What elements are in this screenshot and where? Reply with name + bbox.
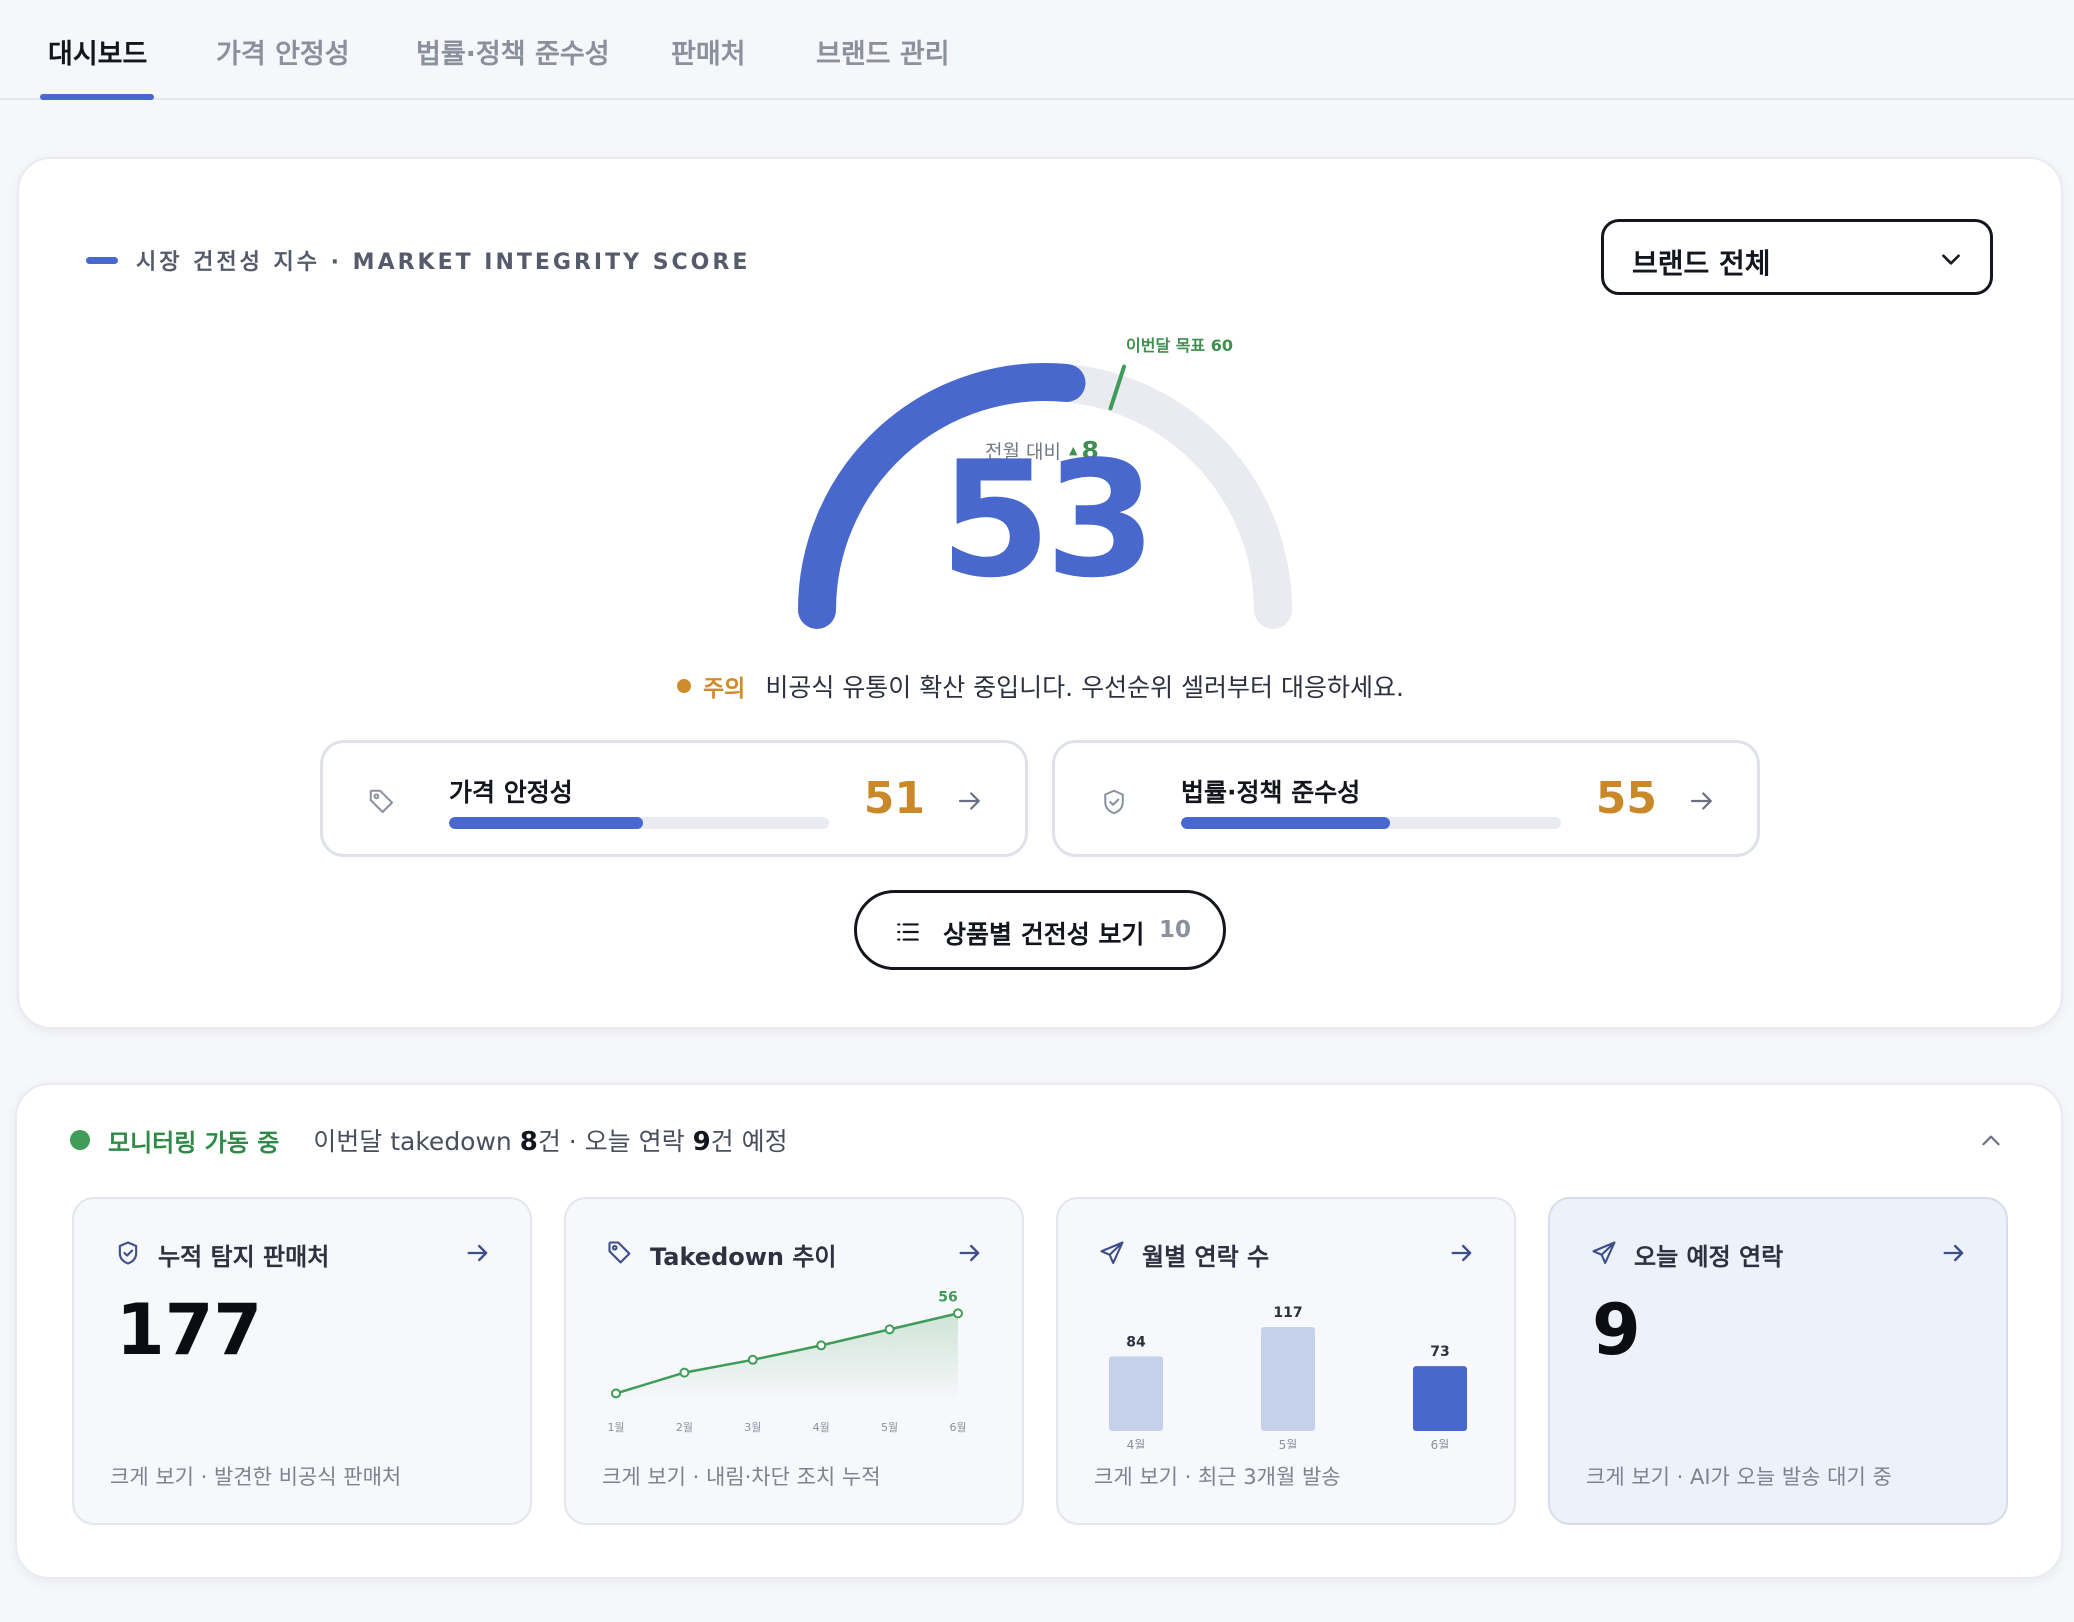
metric-progress-fill	[449, 817, 643, 829]
bar	[1109, 1356, 1163, 1431]
x-tick-label: 1월	[607, 1421, 624, 1434]
x-tick-label: 5월	[881, 1421, 898, 1434]
section-label: 시장 건전성 지수 · MARKET INTEGRITY SCORE	[86, 244, 750, 276]
bar	[1413, 1366, 1467, 1431]
line-point	[953, 1308, 963, 1319]
list-icon	[897, 923, 919, 941]
monitoring-status-label: 모니터링 가동 중	[108, 1128, 280, 1157]
line-point	[611, 1388, 621, 1399]
tab-sellers[interactable]: 판매처	[671, 32, 746, 71]
tile-takedown-trend[interactable]: Takedown 추이 1월 2월 3월 4월 5월 6월 56 크게 보기 · 내림·차단…	[564, 1197, 1024, 1525]
status-message: 주의 비공식 유통이 확산 중입니다. 우선순위 셀러부터 대응하세요.	[677, 668, 1404, 704]
brand-select[interactable]: 브랜드 전체	[1601, 219, 1993, 295]
chevron-down-icon	[1942, 254, 1960, 265]
x-tick-label: 6월	[949, 1421, 966, 1434]
line-area-fill	[616, 1313, 958, 1403]
top-tab-bar: 대시보드 가격 안정성 법률·정책 준수성 판매처 브랜드 관리	[0, 0, 2074, 100]
detected-sellers-count: 177	[116, 1289, 263, 1371]
status-badge: 주의	[703, 676, 746, 702]
metric-progress-bar	[1181, 817, 1561, 829]
brand-select-value: 브랜드 전체	[1632, 247, 1771, 280]
active-status-dot-icon	[70, 1130, 90, 1150]
metric-card-price-stability[interactable]: 가격 안정성 51	[320, 740, 1028, 857]
x-tick-label: 6월	[1431, 1438, 1450, 1449]
line-point	[747, 1354, 758, 1365]
data-label: 73	[1430, 1344, 1449, 1360]
chevron-up-icon[interactable]	[1978, 1128, 2004, 1154]
tab-legal-compliance[interactable]: 법률·정책 준수성	[416, 32, 610, 71]
x-tick-label: 2월	[676, 1421, 693, 1434]
tag-icon	[369, 789, 393, 813]
line-point	[816, 1340, 827, 1351]
data-label: 56	[938, 1289, 957, 1305]
x-tick-label: 5월	[1279, 1438, 1298, 1449]
metric-value: 51	[863, 773, 925, 824]
send-icon	[1592, 1241, 1616, 1264]
arrow-right-icon	[958, 792, 980, 810]
product-count-badge: 10	[1159, 917, 1192, 943]
data-label: 84	[1126, 1334, 1146, 1350]
arrow-right-icon	[1690, 792, 1712, 810]
arrow-right-icon	[959, 1244, 980, 1262]
arrow-right-icon	[1451, 1244, 1472, 1262]
target-label: 이번달 목표 60	[1126, 336, 1234, 355]
arrow-right-icon	[467, 1244, 488, 1262]
integrity-score-value: 53	[939, 426, 1157, 613]
metric-value: 55	[1595, 773, 1657, 824]
x-tick-label: 4월	[1127, 1438, 1146, 1449]
x-tick-label: 4월	[813, 1421, 830, 1434]
tile-monthly-contacts[interactable]: 월별 연락 수 84 4월 117 5월 73 6월 크게 보기 · 최근 3개월 발송	[1056, 1197, 1516, 1525]
metric-progress-bar	[449, 817, 829, 829]
bar	[1261, 1327, 1315, 1431]
tag-icon	[608, 1241, 631, 1264]
line-point	[679, 1367, 690, 1378]
data-label: 117	[1273, 1305, 1302, 1321]
tile-today-contacts[interactable]: 오늘 예정 연락 9 크게 보기 · AI가 오늘 발송 대기 중	[1548, 1197, 2008, 1525]
product-health-button[interactable]: 상품별 건전성 보기 10	[854, 890, 1226, 970]
metric-card-legal-compliance[interactable]: 법률·정책 준수성 55	[1052, 740, 1760, 857]
section-accent-dash	[86, 256, 118, 264]
monthly-contacts-bar-chart: 84 4월 117 5월 73 6월	[1109, 1305, 1467, 1449]
tab-brand-management[interactable]: 브랜드 관리	[816, 32, 950, 71]
line-point	[884, 1324, 895, 1335]
monitoring-status-row: 모니터링 가동 중 이번달 takedown 8건 · 오늘 연락 9건 예정	[70, 1122, 788, 1158]
tile-detected-sellers[interactable]: 누적 탐지 판매처 177 크게 보기 · 발견한 비공식 판매처	[72, 1197, 532, 1525]
today-contacts-count: 9	[1592, 1289, 1641, 1371]
x-tick-label: 3월	[744, 1421, 761, 1434]
monitoring-summary: 이번달 takedown 8건 · 오늘 연락 9건 예정	[313, 1127, 788, 1157]
shield-icon	[1104, 789, 1124, 815]
arrow-right-icon	[1943, 1244, 1964, 1262]
send-icon	[1100, 1241, 1124, 1264]
tab-dashboard[interactable]: 대시보드	[48, 32, 147, 71]
takedown-line-chart: 1월 2월 3월 4월 5월 6월 56	[607, 1289, 966, 1434]
metric-progress-fill	[1181, 817, 1390, 829]
active-tab-indicator	[40, 94, 154, 100]
shield-check-icon	[118, 1241, 138, 1265]
warning-dot-icon	[677, 679, 691, 693]
tab-price-stability[interactable]: 가격 안정성	[216, 32, 350, 71]
